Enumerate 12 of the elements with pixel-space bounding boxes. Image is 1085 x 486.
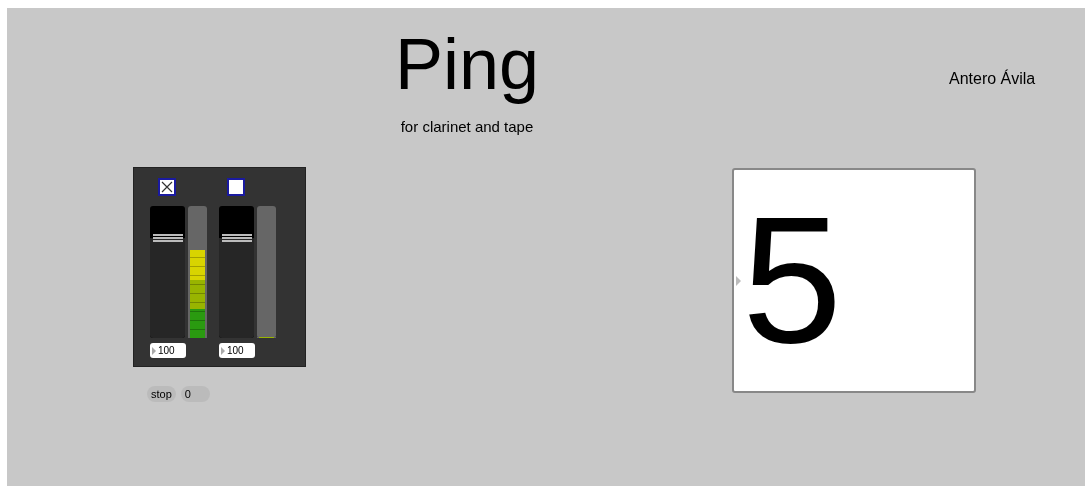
- stop-button[interactable]: stop: [147, 386, 176, 402]
- composer-name: Antero Ávila: [949, 70, 1036, 89]
- display-number: 5: [742, 180, 843, 380]
- counter-box[interactable]: 0: [180, 386, 210, 402]
- fader-handle[interactable]: [222, 233, 252, 242]
- number-box[interactable]: 100: [150, 343, 186, 358]
- channel-checkbox[interactable]: [158, 178, 176, 196]
- piece-subtitle: for clarinet and tape: [400, 118, 534, 135]
- fader-handle[interactable]: [153, 233, 183, 242]
- channel-checkbox[interactable]: [227, 178, 245, 196]
- piece-title: Ping: [394, 24, 540, 104]
- number-box[interactable]: 100: [219, 343, 255, 358]
